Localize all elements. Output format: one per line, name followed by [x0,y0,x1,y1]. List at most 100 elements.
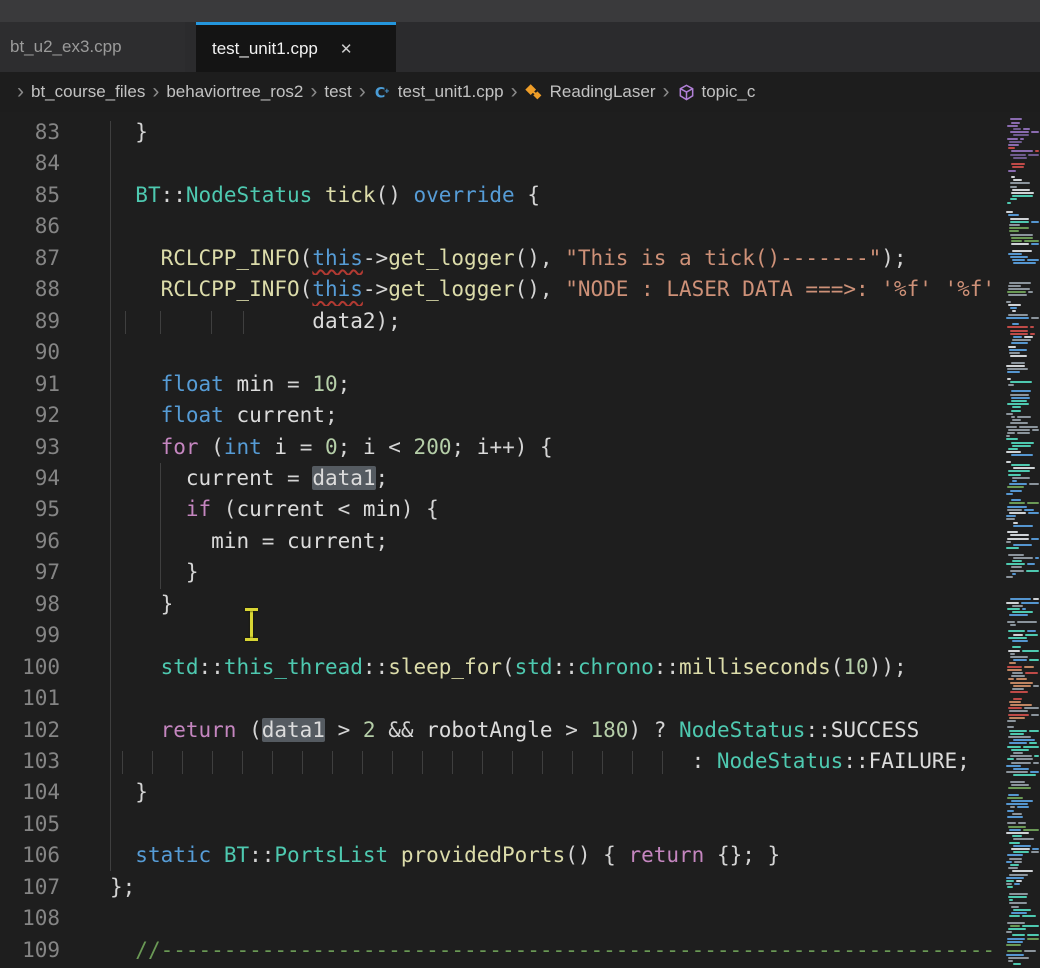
line-number[interactable]: 89 [0,306,60,337]
code-text: RCLCPP_INFO(this->get_logger(), "NODE : … [110,274,995,305]
tab-bt-u2-ex3[interactable]: bt_u2_ex3.cpp [0,22,185,72]
tab-test-unit1[interactable]: test_unit1.cpp ✕ [196,22,396,72]
line-number[interactable]: 90 [0,337,60,368]
code-line[interactable]: 104 } [0,777,1005,809]
minimap-line [1010,394,1029,396]
line-number[interactable]: 85 [0,180,60,211]
code-line[interactable]: 92 float current; [0,400,1005,432]
minimap-line [1013,128,1021,130]
breadcrumb-item-topic-c[interactable]: topic_c [677,82,756,102]
breadcrumb-label: topic_c [702,82,756,102]
line-number[interactable]: 101 [0,683,60,714]
code-line[interactable]: 96 min = current; [0,526,1005,558]
minimap[interactable] [1005,112,1040,968]
code-line[interactable]: 98 } [0,589,1005,621]
line-number[interactable]: 104 [0,777,60,808]
breadcrumb-item-bt-course-files[interactable]: bt_course_files [31,82,145,102]
minimap-line [1028,291,1033,293]
minimap-line [1007,531,1018,533]
code-line[interactable]: 87 RCLCPP_INFO(this->get_logger(), "This… [0,243,1005,275]
minimap-line [1007,950,1022,952]
chevron-right-icon: › [17,81,24,102]
line-number[interactable]: 83 [0,117,60,148]
code-text: : NodeStatus::FAILURE; [110,746,970,777]
code-line[interactable]: 99 [0,620,1005,652]
breadcrumb: ›bt_course_files›behaviortree_ros2›test›… [0,72,1040,112]
code-line[interactable]: 84 [0,148,1005,180]
line-number[interactable]: 97 [0,557,60,588]
breadcrumb-item-test-unit1-cpp[interactable]: C+test_unit1.cpp [373,82,504,102]
code-text: }; [110,872,135,903]
code-line[interactable]: 90 [0,337,1005,369]
line-number[interactable]: 94 [0,463,60,494]
line-number[interactable]: 103 [0,746,60,777]
minimap-line [1029,659,1039,661]
code-text: BT::NodeStatus tick() override { [110,180,540,211]
code-line[interactable]: 100 std::this_thread::sleep_for(std::chr… [0,652,1005,684]
editor-tab-bar: bt_u2_ex3.cpp test_unit1.cpp ✕ [0,22,1040,72]
minimap-line [1007,138,1018,140]
code-line[interactable]: 95 if (current < min) { [0,494,1005,526]
code-line[interactable]: 89 data2); [0,306,1005,338]
line-number[interactable]: 91 [0,369,60,400]
minimap-line [1027,563,1035,565]
code-line[interactable]: 93 for (int i = 0; i < 200; i++) { [0,432,1005,464]
minimap-line [1014,883,1020,885]
code-line[interactable]: 83 } [0,117,1005,149]
line-number[interactable]: 100 [0,652,60,683]
line-number[interactable]: 88 [0,274,60,305]
line-number[interactable]: 98 [0,589,60,620]
code-line[interactable]: 101 [0,683,1005,715]
code-line[interactable]: 106 static BT::PortsList providedPorts()… [0,840,1005,872]
line-number[interactable]: 108 [0,903,60,934]
line-number[interactable]: 102 [0,715,60,746]
line-number[interactable]: 92 [0,400,60,431]
code-line[interactable]: 108 [0,903,1005,935]
minimap-line [1010,656,1028,658]
line-number[interactable]: 106 [0,840,60,871]
line-number[interactable]: 93 [0,432,60,463]
minimap-line [1011,442,1034,444]
breadcrumb-item-readinglaser[interactable]: ReadingLaser [525,82,656,102]
line-number[interactable]: 87 [0,243,60,274]
minimap-line [1007,509,1022,511]
minimap-line [1006,803,1028,805]
minimap-line [1011,192,1034,194]
minimap-line [1010,624,1016,626]
code-line[interactable]: 88 RCLCPP_INFO(this->get_logger(), "NODE… [0,274,1005,306]
minimap-line [1009,742,1027,744]
code-line[interactable]: 102 return (data1 > 2 && robotAngle > 18… [0,715,1005,747]
minimap-line [1023,128,1030,130]
code-line[interactable]: 91 float min = 10; [0,369,1005,401]
code-line[interactable]: 105 [0,809,1005,841]
line-number[interactable]: 99 [0,620,60,651]
minimap-line [1012,934,1025,936]
breadcrumb-item-test[interactable]: test [324,82,351,102]
line-number[interactable]: 86 [0,211,60,242]
minimap-line [1031,221,1039,223]
minimap-line [1006,771,1028,773]
code-editor[interactable]: 83 }8485 BT::NodeStatus tick() override … [0,112,1040,968]
minimap-line [1006,931,1012,933]
minimap-line [1009,874,1028,876]
code-line[interactable]: 97 } [0,557,1005,589]
code-line[interactable]: 86 [0,211,1005,243]
code-line[interactable]: 107}; [0,872,1005,904]
breadcrumb-label: ReadingLaser [550,82,656,102]
object-icon [677,83,696,102]
line-number[interactable]: 95 [0,494,60,525]
code-line[interactable]: 109 //----------------------------------… [0,935,1005,967]
code-line[interactable]: 94 current = data1; [0,463,1005,495]
line-number[interactable]: 107 [0,872,60,903]
code-line[interactable]: 85 BT::NodeStatus tick() override { [0,180,1005,212]
breadcrumb-item-behaviortree-ros2[interactable]: behaviortree_ros2 [166,82,303,102]
close-icon[interactable]: ✕ [340,40,353,58]
line-number[interactable]: 109 [0,935,60,966]
line-number[interactable]: 96 [0,526,60,557]
code-line[interactable]: 103 : NodeStatus::FAILURE; [0,746,1005,778]
minimap-line [1010,182,1030,184]
minimap-line [1009,899,1013,901]
line-number[interactable]: 105 [0,809,60,840]
minimap-line [1006,576,1013,578]
line-number[interactable]: 84 [0,148,60,179]
